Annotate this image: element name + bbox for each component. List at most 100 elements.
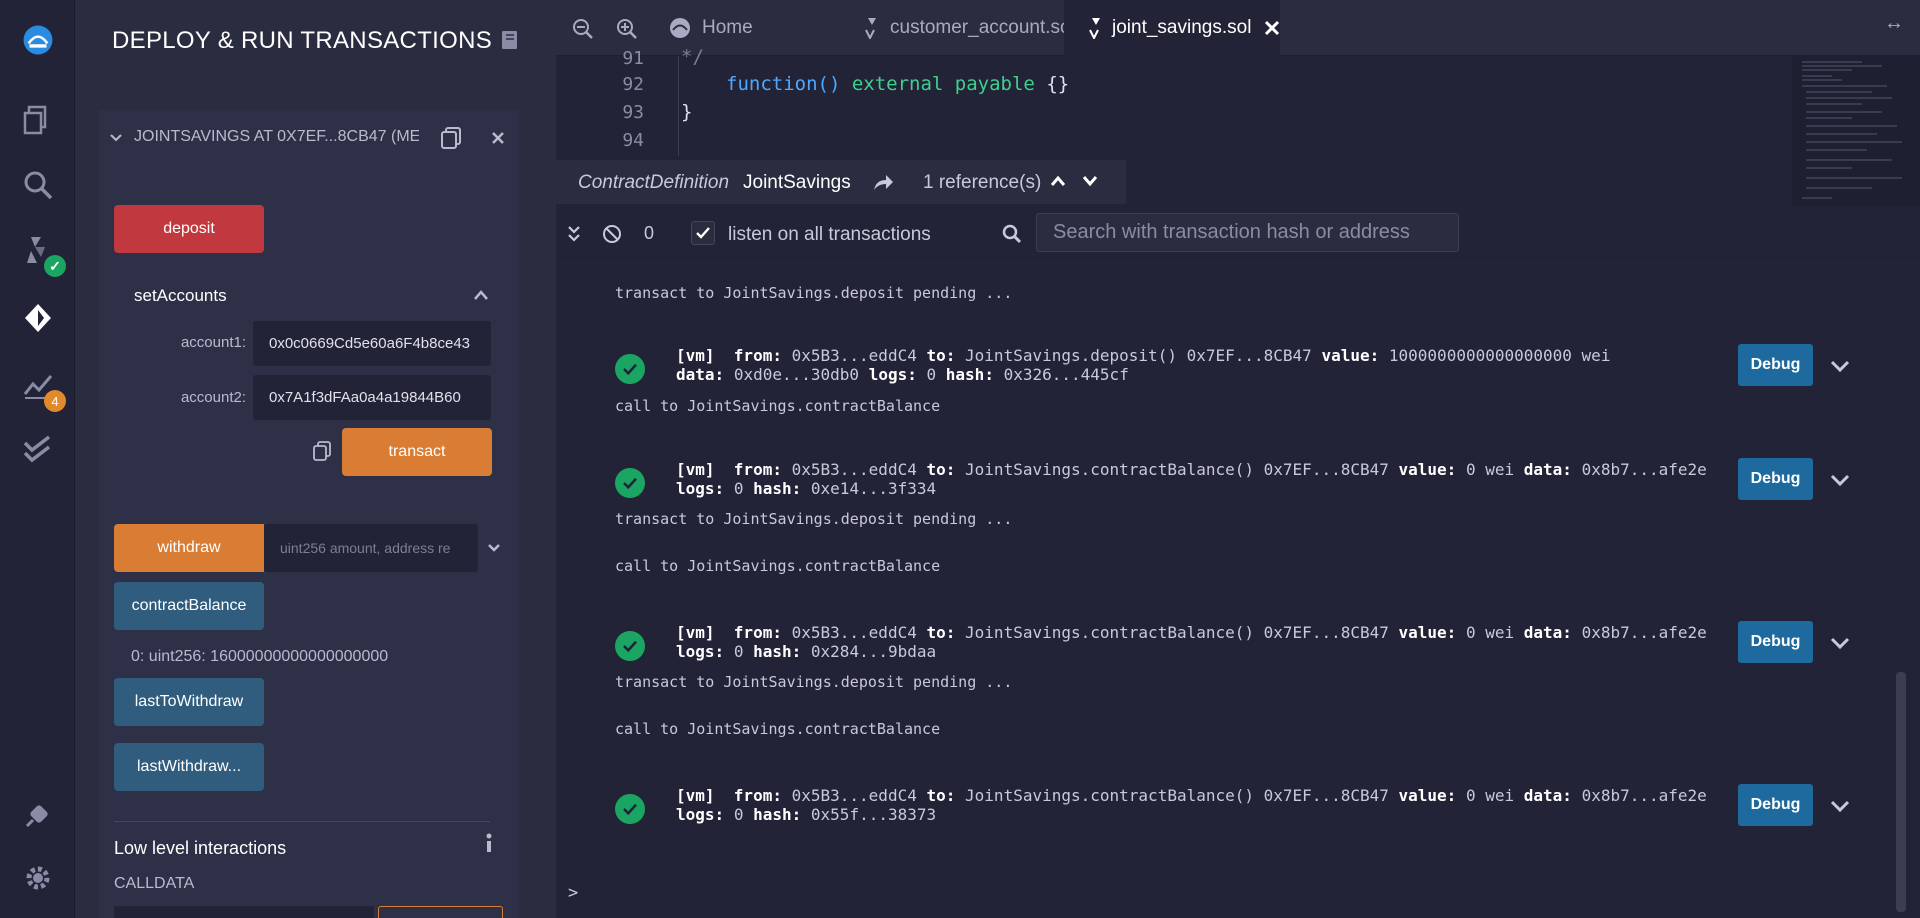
tx-data: 0x8b7...afe2e — [1581, 460, 1707, 479]
expand-arrows-icon[interactable]: ↔ — [1884, 12, 1904, 35]
clear-console-icon[interactable] — [602, 224, 622, 244]
terminal-message: transact to JointSavings.deposit pending… — [615, 673, 1013, 691]
double-check-icon[interactable] — [0, 425, 75, 475]
remix-logo-icon[interactable] — [0, 10, 75, 70]
tx-data: 0xd0e...30db0 — [733, 365, 860, 384]
terminal-prompt[interactable]: > — [568, 883, 578, 903]
last-withdraw-button[interactable]: lastWithdraw... — [114, 743, 264, 791]
calldata-label: CALLDATA — [114, 875, 195, 892]
expand-transaction-icon[interactable] — [1828, 794, 1852, 818]
tx-value: 0 wei — [1465, 460, 1515, 479]
code-line: function() external payable {} — [726, 73, 1069, 95]
transaction-search-input[interactable]: Search with transaction hash or address — [1036, 213, 1459, 252]
chevron-down-icon[interactable] — [108, 130, 124, 146]
definition-bar: ContractDefinition JointSavings 1 refere… — [556, 160, 1126, 204]
code-minimap[interactable] — [1792, 56, 1920, 206]
account2-label: account2: — [180, 389, 246, 406]
tx-data: 0x8b7...afe2e — [1581, 786, 1707, 805]
gutter-divider — [678, 56, 679, 156]
tx-hash: 0x55f...38373 — [810, 805, 937, 824]
analysis-badge: 4 — [44, 390, 66, 412]
compiled-check-icon: ✓ — [44, 255, 66, 277]
zoom-out-icon[interactable] — [572, 18, 594, 40]
tx-from: 0x5B3...eddC4 — [791, 623, 917, 642]
copy-address-icon[interactable] — [440, 126, 462, 150]
solidity-file-icon — [1088, 17, 1102, 41]
tx-from: 0x5B3...eddC4 — [791, 346, 917, 365]
transact-button[interactable]: transact — [342, 428, 492, 476]
code-braces: {} — [1046, 73, 1070, 95]
expand-withdraw-icon[interactable] — [486, 540, 502, 556]
tx-from: 0x5B3...eddC4 — [791, 786, 917, 805]
tab-customer-account-label: customer_account.sol — [890, 17, 1075, 38]
info-icon[interactable] — [485, 833, 493, 853]
contract-balance-button[interactable]: contractBalance — [114, 582, 264, 630]
close-tab-icon[interactable] — [1263, 19, 1281, 37]
account1-field[interactable]: 0x0c0669Cd5e60a6F4b8ce43 — [253, 321, 491, 366]
calldata-input[interactable] — [114, 906, 374, 918]
tx-to: JointSavings.contractBalance() 0x7EF...8… — [965, 786, 1389, 805]
tx-logs: 0 — [733, 805, 744, 824]
expand-transaction-icon[interactable] — [1828, 354, 1852, 378]
solidity-file-icon — [864, 17, 878, 41]
close-icon[interactable] — [490, 130, 506, 146]
definition-name: JointSavings — [743, 172, 851, 193]
line-number: 91 — [622, 48, 644, 69]
contract-instance-heading[interactable]: JOINTSAVINGS AT 0X7EF...8CB47 (ME — [134, 128, 419, 146]
chevron-up-icon[interactable] — [472, 287, 490, 303]
previous-reference-icon[interactable] — [1049, 174, 1067, 188]
share-arrow-icon[interactable] — [872, 172, 894, 192]
code-line: } — [681, 101, 693, 123]
tx-from: 0x5B3...eddC4 — [791, 460, 917, 479]
search-icon[interactable] — [0, 160, 75, 210]
line-number: 94 — [622, 130, 644, 151]
home-logo-icon — [668, 16, 692, 40]
withdraw-args-input[interactable]: uint256 amount, address re — [264, 524, 478, 572]
tab-customer-account[interactable]: customer_account.sol — [808, 0, 1088, 56]
expand-transaction-icon[interactable] — [1828, 631, 1852, 655]
tab-joint-savings[interactable]: joint_savings.sol — [1064, 0, 1280, 56]
debug-button[interactable]: Debug — [1738, 458, 1813, 500]
tx-logs: 0 — [733, 642, 744, 661]
tx-to: JointSavings.contractBalance() 0x7EF...8… — [965, 460, 1389, 479]
file-explorer-icon[interactable] — [0, 95, 75, 145]
account2-field[interactable]: 0x7A1f3dFAa0a4a19844B60 — [253, 375, 491, 420]
tx-hash: 0x326...445cf — [1003, 365, 1129, 384]
tx-vm: [vm] — [676, 346, 715, 365]
terminal-message: transact to JointSavings.deposit pending… — [615, 510, 1013, 528]
debug-button[interactable]: Debug — [1738, 784, 1813, 826]
code-editor[interactable]: 91 */ 92 function() external payable {} … — [556, 46, 1920, 169]
low-level-heading: Low level interactions — [114, 838, 287, 858]
tab-home-label: Home — [702, 17, 753, 38]
account1-label: account1: — [180, 334, 246, 351]
tx-logs: 0 — [926, 365, 937, 384]
terminal-message: call to JointSavings.contractBalance — [615, 397, 941, 415]
copy-calldata-icon[interactable] — [312, 440, 332, 462]
collapse-terminal-icon[interactable] — [566, 224, 582, 244]
contract-balance-result: 0: uint256: 16000000000000000000 — [131, 648, 389, 665]
terminal-message: call to JointSavings.contractBalance — [615, 557, 941, 575]
references-count: 1 reference(s) — [923, 172, 1042, 193]
settings-gear-icon[interactable] — [0, 853, 75, 903]
zoom-in-icon[interactable] — [616, 18, 638, 40]
tx-data: 0x8b7...afe2e — [1581, 623, 1707, 642]
pending-count: 0 — [644, 223, 655, 243]
deploy-run-icon[interactable] — [0, 293, 75, 343]
withdraw-button[interactable]: withdraw — [114, 524, 264, 572]
success-check-icon — [615, 794, 645, 824]
next-reference-icon[interactable] — [1081, 174, 1099, 188]
calldata-transact-button[interactable] — [378, 906, 503, 918]
terminal-scrollbar[interactable] — [1896, 672, 1906, 912]
tx-value: 1000000000000000000 wei — [1388, 346, 1611, 365]
tx-vm: [vm] — [676, 623, 715, 642]
function-keyword: function() — [726, 73, 841, 95]
debug-button[interactable]: Debug — [1738, 344, 1813, 386]
expand-transaction-icon[interactable] — [1828, 468, 1852, 492]
plugin-manager-icon[interactable] — [0, 790, 75, 840]
deposit-button[interactable]: deposit — [114, 205, 264, 253]
listen-checkbox[interactable] — [691, 221, 715, 245]
debug-button[interactable]: Debug — [1738, 621, 1813, 663]
documentation-book-icon[interactable] — [500, 29, 520, 51]
modifier-keyword: external payable — [851, 73, 1035, 95]
last-to-withdraw-button[interactable]: lastToWithdraw — [114, 678, 264, 726]
